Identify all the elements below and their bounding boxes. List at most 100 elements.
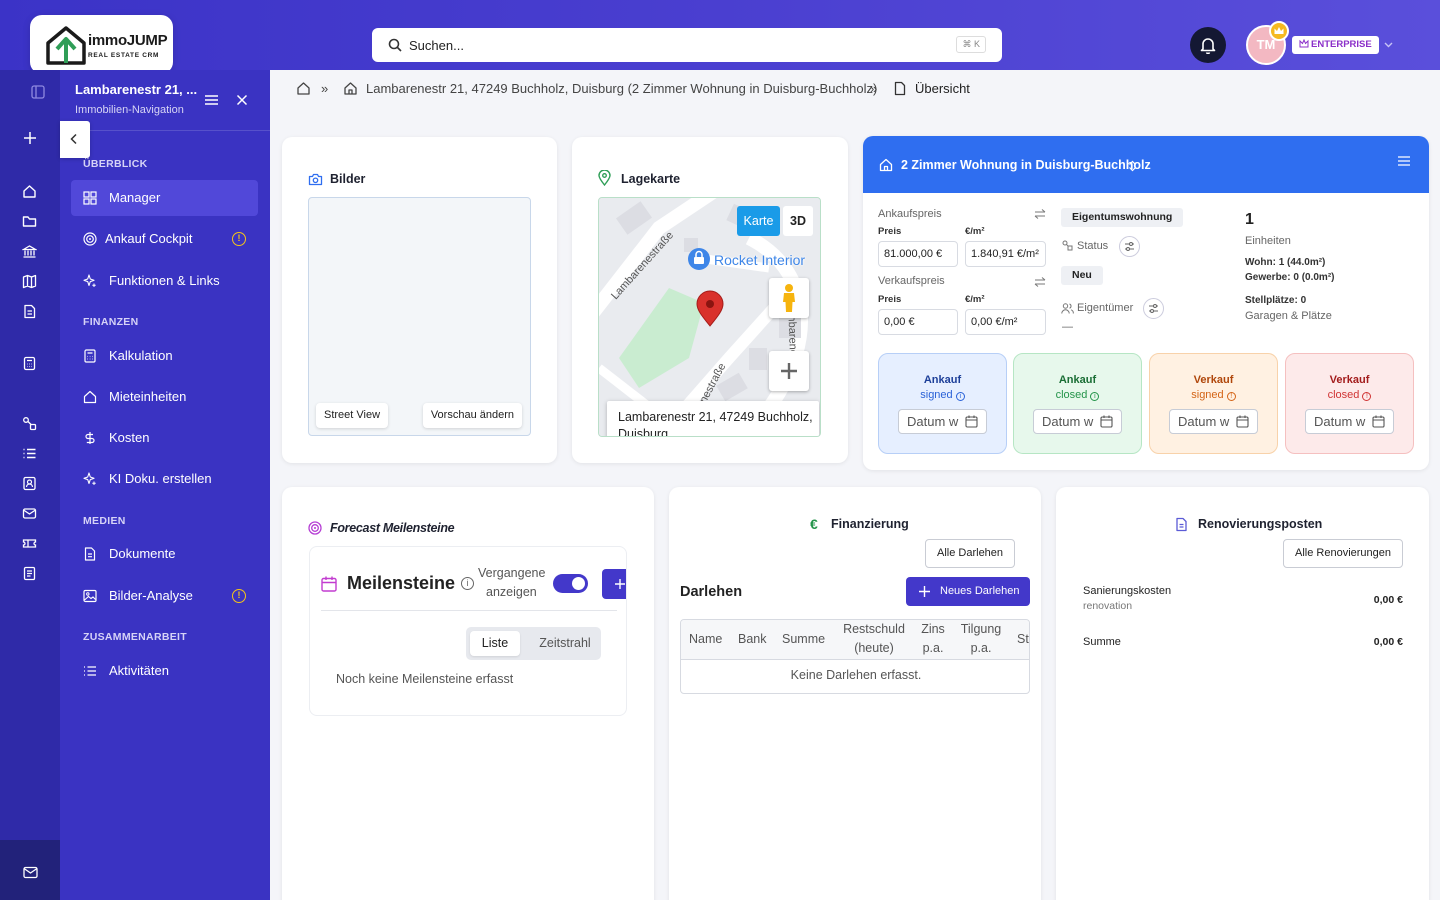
column-header[interactable]: Summe xyxy=(782,630,825,649)
zoom-in-button[interactable] xyxy=(769,351,809,391)
sale-price-input[interactable]: 0,00 € xyxy=(878,309,958,335)
sidebar-item-funktionen[interactable]: Funktionen & Links xyxy=(71,263,258,299)
plus-icon[interactable] xyxy=(24,132,36,144)
street-view-pegman-button[interactable] xyxy=(769,278,809,318)
sidebar-item-bilder-analyse[interactable]: Bilder-Analyse ! xyxy=(71,578,258,614)
per-sqm-label: €/m² xyxy=(965,294,985,305)
new-loan-button[interactable]: Neues Darlehen xyxy=(906,577,1030,606)
tab-timeline[interactable]: Zeitstrahl xyxy=(530,631,600,656)
show-past-toggle[interactable] xyxy=(553,574,588,593)
list-icon[interactable] xyxy=(22,446,37,461)
stage-state: signed ! xyxy=(1150,389,1277,401)
map-poi-label[interactable]: Rocket Interior xyxy=(714,252,805,268)
owner-settings-button[interactable] xyxy=(1143,298,1164,319)
menu-icon[interactable] xyxy=(1398,156,1410,166)
home-icon xyxy=(344,82,357,95)
users-icon xyxy=(1061,303,1074,314)
column-header[interactable]: Name xyxy=(689,630,722,649)
new-milestone-button[interactable]: Ne xyxy=(602,569,626,599)
breadcrumb-current: Übersicht xyxy=(915,81,970,96)
status-tag[interactable]: Neu xyxy=(1061,266,1103,285)
all-renovations-button[interactable]: Alle Renovierungen xyxy=(1283,539,1404,568)
menu-icon[interactable] xyxy=(205,94,218,106)
sale-price-per-sqm-input[interactable]: 0,00 €/m² xyxy=(965,309,1046,335)
all-loans-button[interactable]: Alle Darlehen xyxy=(925,539,1016,568)
crown-icon xyxy=(1269,21,1289,41)
stage-title: Ankauf xyxy=(923,374,962,386)
global-search[interactable]: Suchen... ⌘ K xyxy=(372,28,1002,62)
column-header[interactable]: Zins p.a. xyxy=(917,620,949,658)
close-icon[interactable] xyxy=(236,94,248,106)
map-address-text: Lambarenestr 21, 47249 Buchholz, Duisbur… xyxy=(618,410,813,437)
notes-icon[interactable] xyxy=(22,566,37,581)
purchase-price-per-sqm-input[interactable]: 1.840,91 €/m² xyxy=(965,241,1046,267)
calculator-icon[interactable] xyxy=(22,356,37,371)
info-icon[interactable]: i xyxy=(461,577,474,590)
sidebar-item-kalkulation[interactable]: Kalkulation xyxy=(71,338,258,374)
document-icon[interactable] xyxy=(22,304,37,319)
purchase-price-input[interactable]: 81.000,00 € xyxy=(878,241,958,267)
swap-icon[interactable] xyxy=(1034,209,1046,219)
notifications-button[interactable] xyxy=(1190,27,1226,63)
property-sidebar: Lambarenestr 21, ... Immobilien-Navigati… xyxy=(60,70,270,900)
location-map[interactable]: Lambarenestraße Lambarenestraße Lambaren… xyxy=(598,197,821,437)
info-icon: ! xyxy=(1226,392,1236,401)
workflow-icon[interactable] xyxy=(22,416,37,431)
home-icon[interactable] xyxy=(22,184,37,199)
sidebar-item-kosten[interactable]: Kosten xyxy=(71,420,258,456)
folder-icon[interactable] xyxy=(22,214,37,228)
column-header[interactable]: Bank xyxy=(738,630,767,649)
sidebar-item-mieteinheiten[interactable]: Mieteinheiten xyxy=(71,379,258,415)
sidebar-item-label: Bilder-Analyse xyxy=(109,588,193,603)
bank-icon[interactable] xyxy=(22,244,37,259)
property-header: 2 Zimmer Wohnung in Duisburg-Buchholz xyxy=(863,136,1429,193)
sidebar-item-ki-doku[interactable]: KI Doku. erstellen xyxy=(71,461,258,497)
mail-icon[interactable] xyxy=(22,506,37,521)
sidebar-item-manager[interactable]: Manager xyxy=(71,180,258,216)
map-3d-button[interactable]: 3D xyxy=(783,206,813,236)
loans-heading: Darlehen xyxy=(680,584,743,600)
column-header[interactable]: St xyxy=(1017,630,1029,649)
image-preview[interactable]: Street View Vorschau ändern xyxy=(308,197,531,436)
stage-title: Verkauf xyxy=(1329,374,1370,386)
change-preview-button[interactable]: Vorschau ändern xyxy=(422,403,522,428)
tab-list[interactable]: Liste xyxy=(470,631,520,656)
chevron-down-icon[interactable] xyxy=(1383,39,1394,50)
stage-date-input[interactable]: Datum w xyxy=(1033,409,1122,434)
app-logo[interactable]: immoJUMP REAL ESTATE CRM xyxy=(30,15,173,74)
mail-icon[interactable] xyxy=(23,866,38,879)
stage-state: closed ! xyxy=(1286,389,1413,401)
breadcrumb-property-link[interactable]: Lambarenestr 21, 47249 Buchholz, Duisbur… xyxy=(366,81,877,96)
home-icon[interactable] xyxy=(296,81,311,96)
stage-date-input[interactable]: Datum w xyxy=(898,409,987,434)
plan-badge[interactable]: ENTERPRISE xyxy=(1292,36,1379,54)
property-type-tag[interactable]: Eigentumswohnung xyxy=(1061,208,1184,227)
view-tabs: Liste Zeitstrahl xyxy=(466,627,601,660)
map-icon[interactable] xyxy=(22,274,37,289)
sidebar-item-aktivitaeten[interactable]: Aktivitäten xyxy=(71,653,258,689)
stage-date-input[interactable]: Datum w xyxy=(1169,409,1258,434)
ticket-icon[interactable] xyxy=(22,536,37,551)
status-settings-button[interactable] xyxy=(1119,236,1140,257)
swap-icon[interactable] xyxy=(1034,277,1046,287)
chevron-up-down-icon[interactable] xyxy=(1128,160,1137,172)
stage-title: Verkauf xyxy=(1193,374,1234,386)
sidebar-item-ankauf-cockpit[interactable]: Ankauf Cockpit ! xyxy=(71,221,258,257)
column-header[interactable]: Restschuld (heute) xyxy=(834,620,914,658)
street-view-button[interactable]: Street View xyxy=(316,403,389,428)
sidebar-title: Lambarenestr 21, ... xyxy=(75,82,198,97)
contact-card-icon[interactable] xyxy=(22,476,37,491)
section-label-collab: ZUSAMMENARBEIT xyxy=(83,631,187,643)
stage-ankauf-closed: Ankauf closed i Datum w xyxy=(1013,353,1142,454)
panel-toggle-icon[interactable] xyxy=(31,85,45,99)
map-mode-button[interactable]: Karte xyxy=(737,206,780,236)
stage-date-input[interactable]: Datum w xyxy=(1305,409,1394,434)
warning-icon: ! xyxy=(232,589,246,603)
collapse-sidebar-button[interactable] xyxy=(60,121,90,158)
column-header[interactable]: Tilgung p.a. xyxy=(956,620,1006,658)
property-title[interactable]: 2 Zimmer Wohnung in Duisburg-Buchholz xyxy=(901,158,1151,172)
financing-title: Finanzierung xyxy=(831,517,909,531)
top-bar: immoJUMP REAL ESTATE CRM Suchen... ⌘ K T… xyxy=(0,0,1440,74)
sidebar-item-dokumente[interactable]: Dokumente xyxy=(71,536,258,572)
section-label-finance: FINANZEN xyxy=(83,316,139,328)
